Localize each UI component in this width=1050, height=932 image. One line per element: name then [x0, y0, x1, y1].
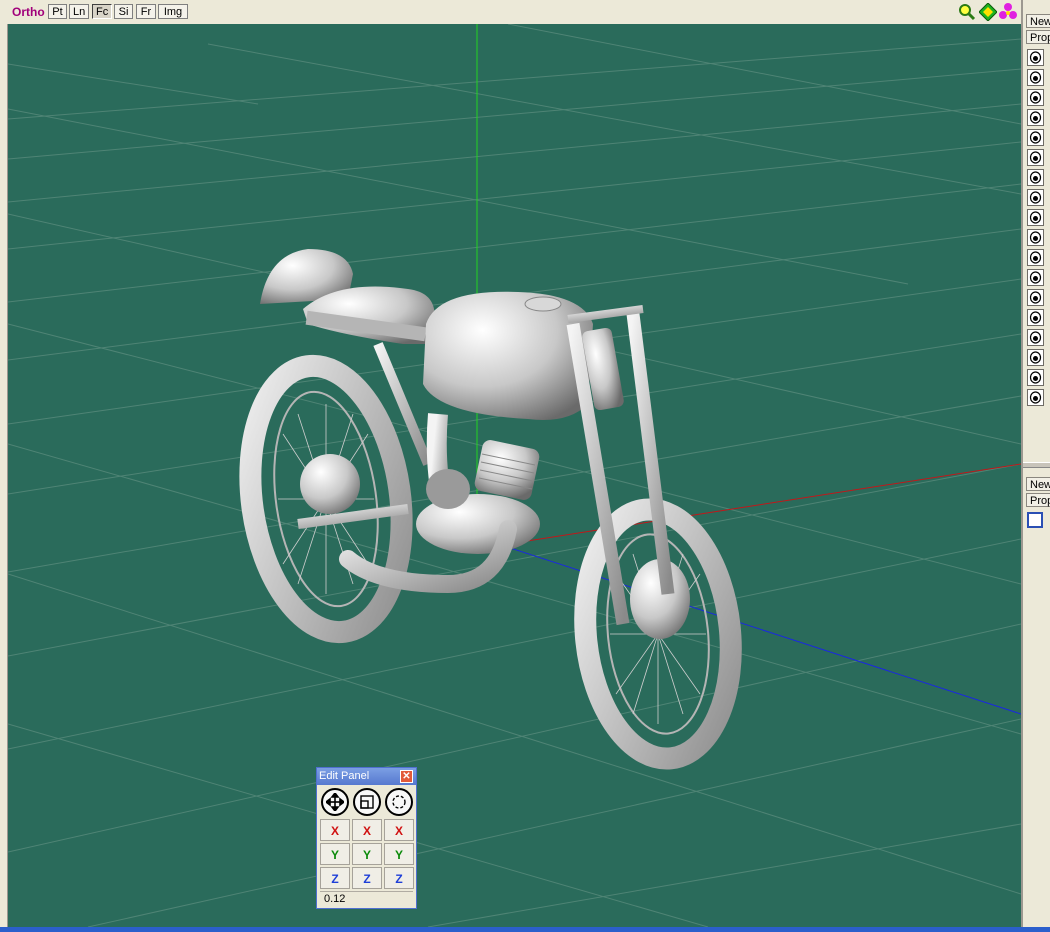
3d-viewport[interactable] [8, 24, 1021, 927]
rotate-icon[interactable] [999, 3, 1017, 21]
left-frame-edge [0, 24, 8, 927]
frame-mode-button[interactable]: Fr [136, 4, 156, 19]
scene-canvas [8, 24, 1021, 927]
tab-new-bottom[interactable]: New [1026, 477, 1050, 491]
visibility-eye-icon[interactable] [1027, 309, 1044, 326]
visibility-eye-icon[interactable] [1027, 389, 1044, 406]
visibility-eye-icon[interactable] [1027, 169, 1044, 186]
right-side-panel: New Prop New Prop [1021, 0, 1050, 927]
x-axis-line [507, 463, 1021, 545]
scale-x-button[interactable]: X [352, 819, 382, 841]
move-y-button[interactable]: Y [320, 843, 350, 865]
scale-y-button[interactable]: Y [352, 843, 382, 865]
rotate-x-button[interactable]: X [384, 819, 414, 841]
layer-checkbox[interactable] [1027, 512, 1043, 528]
move-x-button[interactable]: X [320, 819, 350, 841]
visibility-eye-icon[interactable] [1027, 209, 1044, 226]
visibility-eye-icon[interactable] [1027, 249, 1044, 266]
move-z-button[interactable]: Z [320, 867, 350, 889]
edit-panel[interactable]: Edit Panel ✕ X X X Y Y Y Z Z Z 0.12 [316, 767, 417, 909]
visibility-eye-icon[interactable] [1027, 89, 1044, 106]
visibility-eye-icon[interactable] [1027, 289, 1044, 306]
image-mode-button[interactable]: Img [158, 4, 188, 19]
rotate-icon[interactable] [385, 788, 413, 816]
panel-splitter[interactable] [1023, 462, 1050, 468]
ortho-toggle[interactable]: Ortho [12, 5, 45, 19]
motorcycle-model[interactable] [234, 249, 743, 770]
visibility-eye-icon[interactable] [1027, 269, 1044, 286]
tab-new-top[interactable]: New [1026, 14, 1050, 28]
lines-mode-button[interactable]: Ln [69, 4, 89, 19]
visibility-eye-icon[interactable] [1027, 149, 1044, 166]
visibility-eye-icon[interactable] [1027, 129, 1044, 146]
zoom-icon[interactable] [958, 3, 976, 21]
rotate-y-button[interactable]: Y [384, 843, 414, 865]
visibility-eye-icon[interactable] [1027, 329, 1044, 346]
tab-prop-top[interactable]: Prop [1026, 30, 1050, 44]
visibility-eye-icon[interactable] [1027, 369, 1044, 386]
step-value-field[interactable]: 0.12 [320, 891, 413, 906]
close-icon[interactable]: ✕ [400, 770, 413, 783]
move-icon[interactable] [321, 788, 349, 816]
faces-mode-button[interactable]: Fc [92, 4, 112, 19]
tab-prop-bottom[interactable]: Prop [1026, 493, 1050, 507]
scale-icon[interactable] [353, 788, 381, 816]
points-mode-button[interactable]: Pt [48, 4, 67, 19]
viewport-toolbar: Ortho Pt Ln Fc Si Fr Img [0, 0, 1021, 25]
visibility-eye-icon[interactable] [1027, 69, 1044, 86]
visibility-eye-icon[interactable] [1027, 189, 1044, 206]
visibility-eye-icon[interactable] [1027, 109, 1044, 126]
taskbar-edge [0, 927, 1050, 932]
scale-z-button[interactable]: Z [352, 867, 382, 889]
silhouette-mode-button[interactable]: Si [114, 4, 133, 19]
visibility-eye-icon[interactable] [1027, 229, 1044, 246]
visibility-eye-icon[interactable] [1027, 349, 1044, 366]
rotate-z-button[interactable]: Z [384, 867, 414, 889]
pan-icon[interactable] [978, 2, 998, 22]
visibility-eye-icon[interactable] [1027, 49, 1044, 66]
